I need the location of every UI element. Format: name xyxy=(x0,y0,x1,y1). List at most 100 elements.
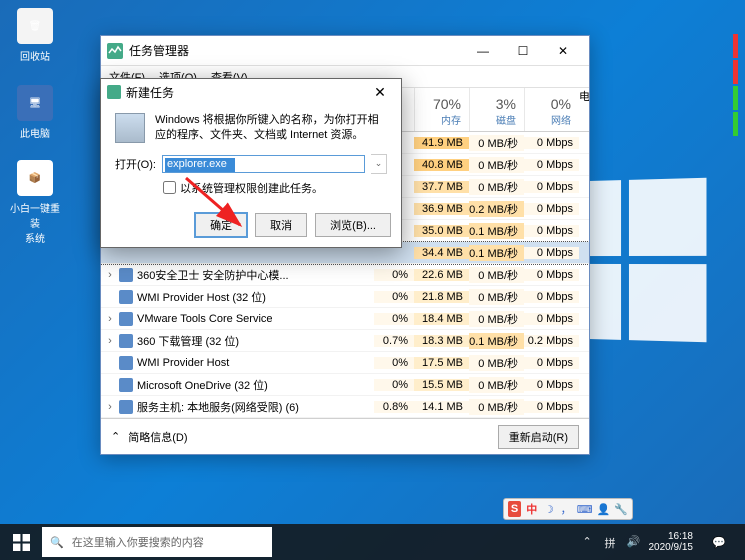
desktop-icon-recycle-bin[interactable]: 🗑回收站 xyxy=(10,8,60,63)
desktop-icon-this-pc[interactable]: 🖥此电脑 xyxy=(10,85,60,140)
task-manager-icon xyxy=(107,43,123,59)
combo-drop-icon[interactable]: ⌄ xyxy=(371,154,387,174)
process-icon xyxy=(119,312,133,326)
table-row[interactable]: ›360安全卫士 安全防护中心模...0%22.6 MB0 MB/秒0 Mbps xyxy=(101,264,589,286)
col-power[interactable]: 电 xyxy=(579,88,589,131)
cell-memory: 35.0 MB xyxy=(414,225,469,237)
xiaobai-icon: 📦 xyxy=(17,160,53,196)
cell-disk: 0 MB/秒 xyxy=(469,135,524,151)
cell-disk: 0 MB/秒 xyxy=(469,179,524,195)
search-placeholder: 在这里输入你要搜索的内容 xyxy=(72,534,204,550)
cancel-button[interactable]: 取消 xyxy=(255,213,307,237)
close-button[interactable]: ✕ xyxy=(543,37,583,65)
tray-ime-icon[interactable]: 拼 xyxy=(605,535,619,549)
ime-s-icon[interactable]: S xyxy=(508,501,521,517)
ime-wrench-icon[interactable]: 🔧 xyxy=(614,501,628,517)
action-center-button[interactable]: 💬 xyxy=(701,524,737,560)
ime-zh-icon[interactable]: 中 xyxy=(525,501,538,517)
cell-disk: 0 MB/秒 xyxy=(469,311,524,327)
ok-button[interactable]: 确定 xyxy=(195,213,247,237)
tray-chevron-up-icon[interactable]: ⌃ xyxy=(583,535,597,549)
side-meter xyxy=(733,34,745,138)
cell-memory: 37.7 MB xyxy=(414,181,469,193)
table-row[interactable]: Microsoft OneDrive (32 位)0%15.5 MB0 MB/秒… xyxy=(101,374,589,396)
taskbar: 🔍 在这里输入你要搜索的内容 ⌃ 拼 🔊 16:18 2020/9/15 💬 xyxy=(0,524,745,560)
desktop-icon-xiaobai[interactable]: 📦小白一键重装 系统 xyxy=(10,160,60,245)
dialog-titlebar[interactable]: 新建任务 ✕ xyxy=(101,79,401,105)
process-name: 360 下载管理 (32 位) xyxy=(137,333,239,349)
admin-label: 以系统管理权限创建此任务。 xyxy=(180,180,323,196)
dialog-description: Windows 将根据你所键入的名称，为你打开相应的程序、文件夹、文档或 Int… xyxy=(155,113,387,144)
admin-checkbox[interactable] xyxy=(163,181,176,194)
maximize-button[interactable]: ☐ xyxy=(503,37,543,65)
browse-button[interactable]: 浏览(B)... xyxy=(315,213,391,237)
process-icon xyxy=(119,378,133,392)
table-row[interactable]: ›360 下载管理 (32 位)0.7%18.3 MB0.1 MB/秒0.2 M… xyxy=(101,330,589,352)
cell-network: 0 Mbps xyxy=(524,379,579,391)
cell-network: 0 Mbps xyxy=(524,401,579,413)
task-manager-icon xyxy=(107,85,121,99)
cell-disk: 0.2 MB/秒 xyxy=(469,201,524,217)
cell-cpu: 0.8% xyxy=(374,401,414,413)
tray-volume-icon[interactable]: 🔊 xyxy=(627,535,641,549)
table-row[interactable]: ›VMware Tools Core Service0%18.4 MB0 MB/… xyxy=(101,308,589,330)
col-network[interactable]: 0%网络 xyxy=(524,88,579,131)
ime-keyboard-icon[interactable]: ⌨ xyxy=(577,501,593,517)
cell-cpu: 0.7% xyxy=(374,335,414,347)
ime-toolbar[interactable]: S 中 ☽ ， ⌨ 👤 🔧 xyxy=(503,498,633,520)
this-pc-icon: 🖥 xyxy=(17,85,53,121)
process-name: 360安全卫士 安全防护中心模... xyxy=(137,267,289,283)
tm-titlebar[interactable]: 任务管理器 — ☐ ✕ xyxy=(101,36,589,66)
chevron-up-icon[interactable]: ⌃ xyxy=(111,430,120,443)
ime-comma-icon[interactable]: ， xyxy=(560,501,573,517)
tm-title: 任务管理器 xyxy=(129,42,463,59)
restart-button[interactable]: 重新启动(R) xyxy=(498,425,579,449)
cell-memory: 41.9 MB xyxy=(414,137,469,149)
cell-memory: 21.8 MB xyxy=(414,291,469,303)
ime-person-icon[interactable]: 👤 xyxy=(597,501,611,517)
cell-memory: 14.1 MB xyxy=(414,401,469,413)
process-name: 服务主机: 本地服务(网络受限) (6) xyxy=(137,399,299,415)
cell-memory: 18.4 MB xyxy=(414,313,469,325)
cell-memory: 17.5 MB xyxy=(414,357,469,369)
process-icon xyxy=(119,356,133,370)
cell-disk: 0 MB/秒 xyxy=(469,157,524,173)
process-icon xyxy=(119,334,133,348)
process-icon xyxy=(119,400,133,414)
cell-memory: 34.4 MB xyxy=(414,247,469,259)
cell-disk: 0 MB/秒 xyxy=(469,267,524,283)
cell-memory: 22.6 MB xyxy=(414,269,469,281)
cell-memory: 36.9 MB xyxy=(414,203,469,215)
taskbar-clock[interactable]: 16:18 2020/9/15 xyxy=(649,531,694,553)
col-memory[interactable]: 70%内存 xyxy=(414,88,469,131)
minimize-button[interactable]: — xyxy=(463,37,503,65)
table-row[interactable]: WMI Provider Host0%17.5 MB0 MB/秒0 Mbps xyxy=(101,352,589,374)
cell-disk: 0.1 MB/秒 xyxy=(469,223,524,239)
cell-network: 0.2 Mbps xyxy=(524,335,579,347)
cell-disk: 0.1 MB/秒 xyxy=(469,245,524,261)
process-icon xyxy=(119,290,133,304)
taskbar-search[interactable]: 🔍 在这里输入你要搜索的内容 xyxy=(42,527,272,557)
col-disk[interactable]: 3%磁盘 xyxy=(469,88,524,131)
search-icon: 🔍 xyxy=(50,536,64,549)
system-tray: ⌃ 拼 🔊 16:18 2020/9/15 💬 xyxy=(583,524,745,560)
cell-network: 0 Mbps xyxy=(524,291,579,303)
cell-network: 0 Mbps xyxy=(524,357,579,369)
run-icon xyxy=(115,113,145,143)
process-name: Microsoft OneDrive (32 位) xyxy=(137,377,268,393)
cell-disk: 0 MB/秒 xyxy=(469,399,524,415)
table-row[interactable]: ›服务主机: 本地服务(网络受限) (6)0.8%14.1 MB0 MB/秒0 … xyxy=(101,396,589,418)
dialog-close-button[interactable]: ✕ xyxy=(365,84,395,101)
table-row[interactable]: WMI Provider Host (32 位)0%21.8 MB0 MB/秒0… xyxy=(101,286,589,308)
process-name: VMware Tools Core Service xyxy=(137,313,273,325)
cell-network: 0 Mbps xyxy=(524,181,579,193)
ime-moon-icon[interactable]: ☽ xyxy=(542,501,555,517)
open-label: 打开(O): xyxy=(115,156,156,172)
start-button[interactable] xyxy=(0,524,42,560)
process-name: WMI Provider Host (32 位) xyxy=(137,289,266,305)
brief-info-link[interactable]: 简略信息(D) xyxy=(128,429,187,445)
cell-cpu: 0% xyxy=(374,313,414,325)
cell-cpu: 0% xyxy=(374,357,414,369)
open-input[interactable] xyxy=(162,155,365,173)
cell-network: 0 Mbps xyxy=(524,137,579,149)
